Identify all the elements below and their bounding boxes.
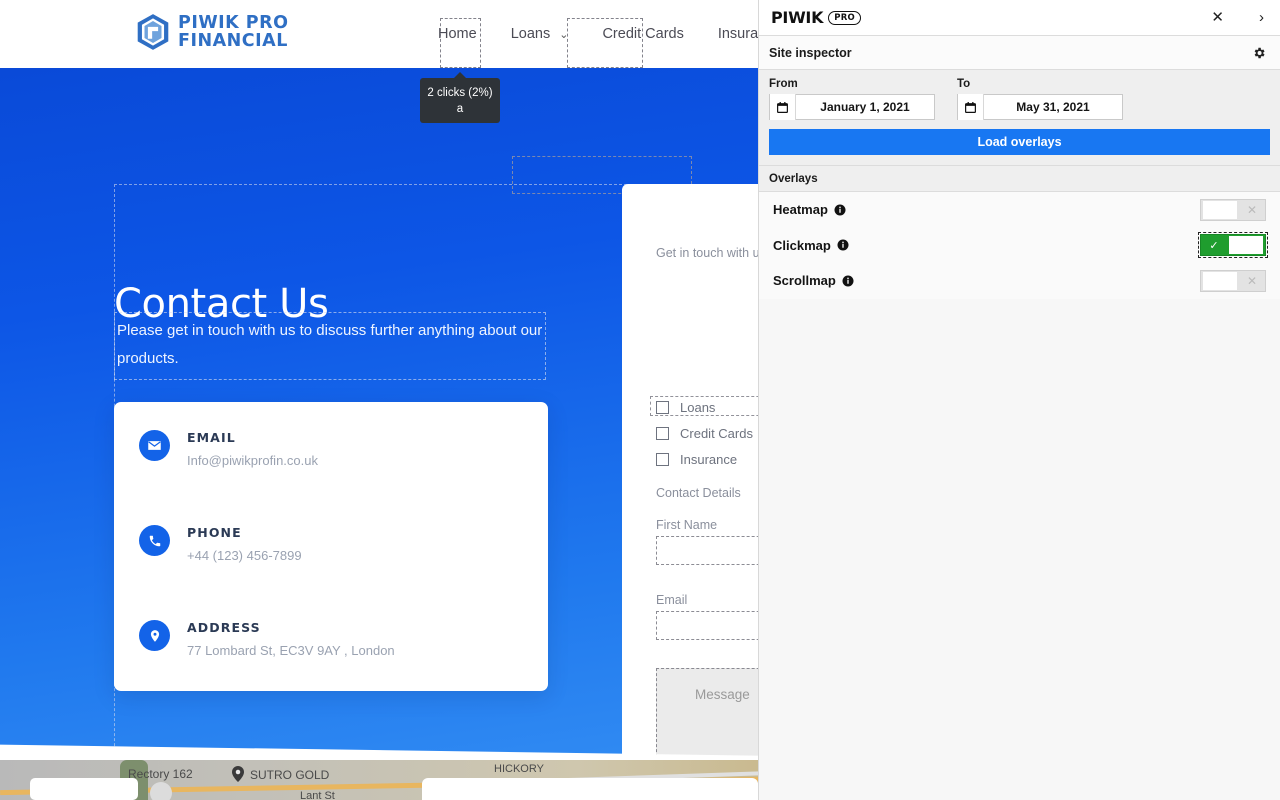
site-inspector-panel: PIWIK PRO ✕ › Site inspector From Januar… (758, 0, 1280, 800)
checkbox-label: Credit Cards (680, 426, 753, 441)
message-placeholder: Message (695, 687, 750, 702)
overlay-row-clickmap: Clickmap ✓ (759, 228, 1280, 264)
toggle-knob (1203, 200, 1237, 219)
date-from-field[interactable]: January 1, 2021 (769, 94, 935, 120)
logo-line-1: PIWIK PRO (178, 13, 289, 33)
toggle-off-icon: ✕ (1246, 273, 1258, 288)
overlay-label: Clickmap (773, 237, 831, 253)
phone-icon (139, 525, 170, 556)
site-logo-text: PIWIK PRO FINANCIAL (178, 14, 288, 50)
tooltip-line-1: 2 clicks (2%) (427, 87, 493, 99)
logo-line-2: FINANCIAL (178, 31, 288, 51)
toggle-scrollmap[interactable]: ✕ (1200, 269, 1266, 292)
toggle-clickmap[interactable]: ✓ (1197, 231, 1269, 259)
contact-label: ADDRESS (187, 620, 261, 635)
piwik-pro-logo: PIWIK PRO (771, 8, 862, 27)
contact-value: Info@piwikprofin.co.uk (187, 453, 318, 468)
screen: Contact Us Please get in touch with us t… (0, 0, 1280, 800)
envelope-icon (139, 430, 170, 461)
contact-row-phone: PHONE +44 (123) 456-7899 (139, 525, 302, 563)
checkbox-row-credit-cards[interactable]: Credit Cards (656, 426, 753, 441)
close-icon[interactable]: ✕ (1211, 10, 1224, 25)
map-label: Lant St (300, 790, 335, 800)
info-icon[interactable] (837, 239, 849, 251)
info-icon[interactable] (834, 204, 846, 216)
map-pin-icon (139, 620, 170, 651)
contact-info-card: EMAIL Info@piwikprofin.co.uk PHONE +44 (… (114, 402, 548, 691)
overlays-section-header: Overlays (759, 166, 1280, 192)
date-to-value: May 31, 2021 (1016, 100, 1090, 114)
map-info-card[interactable] (422, 778, 758, 800)
form-section-title: Contact Details (656, 486, 741, 500)
map-label: SUTRO GOLD (250, 768, 330, 782)
overlays-list: Heatmap ✕ Clickmap ✓ Scrollmap ✕ (759, 192, 1280, 299)
date-from-label: From (769, 78, 798, 90)
map-popup-small[interactable] (30, 778, 138, 800)
checkbox-loans[interactable] (656, 401, 669, 414)
hexagon-logo-icon (137, 14, 169, 50)
brand-name: PIWIK (771, 8, 824, 27)
nav-item-loans[interactable]: Loans ⌄ (505, 24, 575, 44)
load-overlays-button[interactable]: Load overlays (769, 129, 1270, 155)
brand-badge: PRO (828, 10, 862, 25)
checkbox-row-loans[interactable]: Loans (656, 400, 715, 415)
overlay-label: Heatmap (773, 202, 828, 218)
panel-subheader: Site inspector (759, 36, 1280, 70)
date-range-section: From January 1, 2021 To May 31, 2021 Loa… (759, 70, 1280, 166)
gear-icon[interactable] (1252, 46, 1266, 60)
map-marker-circle (150, 782, 172, 800)
calendar-icon[interactable] (958, 94, 984, 120)
clickmap-box-credit-cards (567, 18, 643, 68)
contact-row-email: EMAIL Info@piwikprofin.co.uk (139, 430, 318, 468)
date-to-field[interactable]: May 31, 2021 (957, 94, 1123, 120)
checkbox-credit-cards[interactable] (656, 427, 669, 440)
checkbox-label: Loans (680, 400, 716, 415)
contact-label: EMAIL (187, 430, 236, 445)
toggle-knob (1229, 236, 1263, 255)
info-icon[interactable] (842, 275, 854, 287)
toggle-heatmap[interactable]: ✕ (1200, 198, 1266, 221)
contact-value: 77 Lombard St, EC3V 9AY , London (187, 643, 395, 658)
overlay-row-heatmap: Heatmap ✕ (759, 192, 1280, 228)
date-from-value: January 1, 2021 (820, 100, 910, 114)
panel-title: Site inspector (769, 45, 852, 60)
first-name-label: First Name (656, 518, 718, 532)
overlay-label: Scrollmap (773, 273, 836, 289)
overlay-row-scrollmap: Scrollmap ✕ (759, 263, 1280, 299)
calendar-icon[interactable] (770, 94, 796, 120)
toggle-on-icon: ✓ (1209, 239, 1219, 252)
toggle-knob (1203, 271, 1237, 290)
clickmap-tooltip: 2 clicks (2%) a (420, 72, 500, 123)
contact-label: PHONE (187, 525, 242, 540)
panel-header: PIWIK PRO ✕ › (759, 0, 1280, 36)
tooltip-line-2: a (456, 103, 464, 115)
checkbox-insurance[interactable] (656, 453, 669, 466)
chevron-right-icon[interactable]: › (1259, 10, 1264, 25)
map-label: HICKORY (494, 763, 544, 775)
contact-row-address: ADDRESS 77 Lombard St, EC3V 9AY , London (139, 620, 395, 658)
checkbox-label: Insurance (680, 452, 738, 467)
checkbox-row-insurance[interactable]: Insurance (656, 452, 737, 467)
map-pin-icon (232, 766, 244, 782)
hero-subtitle: Please get in touch with us to discuss f… (114, 312, 546, 380)
date-from-group: From January 1, 2021 (769, 78, 935, 120)
toggle-off-icon: ✕ (1246, 202, 1258, 217)
date-to-label: To (957, 78, 971, 90)
site-logo[interactable]: PIWIK PRO FINANCIAL (136, 13, 288, 51)
nav-item-label: Loans (510, 26, 551, 42)
map-label: Rectory 162 (128, 767, 193, 781)
email-label: Email (656, 593, 688, 607)
date-to-group: To May 31, 2021 (957, 78, 1123, 120)
clickmap-box-home (440, 18, 481, 68)
contact-value: +44 (123) 456-7899 (187, 548, 302, 563)
